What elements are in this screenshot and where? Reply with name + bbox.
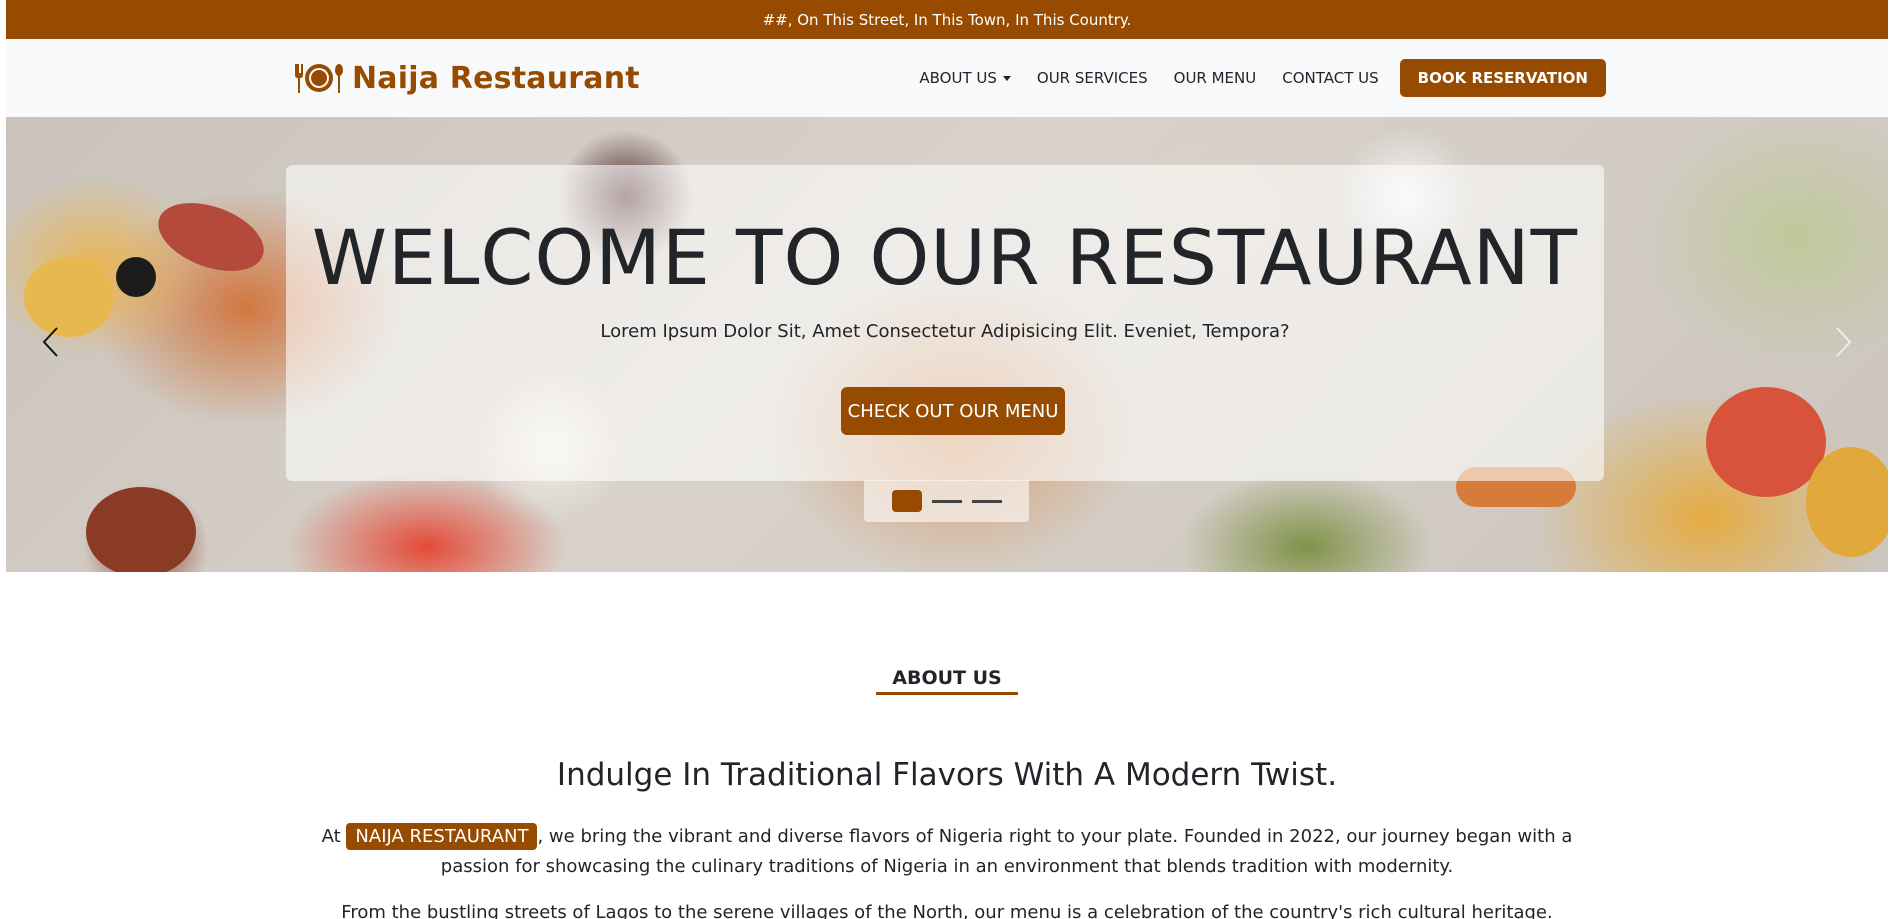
nav-our-services[interactable]: OUR SERVICES bbox=[1037, 69, 1148, 87]
top-address-bar: ##, On This Street, In This Town, In Thi… bbox=[6, 0, 1888, 39]
hero-carousel: WELCOME TO OUR RESTAURANT Lorem Ipsum Do… bbox=[6, 117, 1888, 572]
about-label-text: ABOUT US bbox=[876, 667, 1018, 695]
nav-links: ABOUT US OUR SERVICES OUR MENU CONTACT U… bbox=[906, 59, 1606, 97]
nav-contact-us-label: CONTACT US bbox=[1282, 69, 1379, 87]
food-decoration bbox=[86, 487, 196, 572]
food-decoration bbox=[1706, 387, 1826, 497]
caret-down-icon bbox=[1002, 75, 1011, 81]
brand-link[interactable]: Naija Restaurant bbox=[294, 57, 640, 99]
utensils-plate-icon bbox=[294, 61, 344, 95]
navbar: Naija Restaurant ABOUT US OUR SERVICES O… bbox=[6, 39, 1888, 117]
carousel-indicators bbox=[864, 480, 1029, 522]
nav-about-us[interactable]: ABOUT US bbox=[919, 69, 1011, 87]
hero-title: WELCOME TO OUR RESTAURANT bbox=[311, 213, 1579, 302]
chevron-right-icon bbox=[1836, 327, 1852, 357]
carousel-prev-button[interactable] bbox=[36, 322, 66, 362]
about-section-label: ABOUT US bbox=[6, 667, 1888, 695]
carousel-indicator-3[interactable] bbox=[971, 499, 1002, 503]
nav-about-us-label: ABOUT US bbox=[919, 69, 997, 87]
restaurant-name-highlight: NAIJA RESTAURANT bbox=[346, 823, 538, 850]
food-decoration bbox=[149, 189, 273, 285]
carousel-indicator-2[interactable] bbox=[931, 499, 962, 503]
hero-caption: WELCOME TO OUR RESTAURANT Lorem Ipsum Do… bbox=[286, 165, 1604, 481]
carousel-next-button[interactable] bbox=[1828, 322, 1858, 362]
nav-our-menu-label: OUR MENU bbox=[1173, 69, 1257, 87]
hero-subtitle: Lorem Ipsum Dolor Sit, Amet Consectetur … bbox=[600, 321, 1290, 342]
chevron-left-icon bbox=[42, 327, 58, 357]
food-decoration bbox=[1806, 447, 1888, 557]
address-text: ##, On This Street, In This Town, In Thi… bbox=[762, 10, 1132, 29]
nav-contact-us[interactable]: CONTACT US bbox=[1282, 69, 1378, 87]
brand-name: Naija Restaurant bbox=[352, 60, 640, 96]
about-p1-prefix: At bbox=[321, 826, 341, 847]
carousel-indicator-1[interactable] bbox=[891, 490, 922, 512]
about-paragraph-2: From the bustling streets of Lagos to th… bbox=[341, 902, 1553, 919]
food-decoration bbox=[116, 257, 156, 297]
about-paragraph-1: At NAIJA RESTAURANT, we bring the vibran… bbox=[306, 822, 1588, 882]
page: ##, On This Street, In This Town, In Thi… bbox=[6, 0, 1888, 919]
about-heading: Indulge In Traditional Flavors With A Mo… bbox=[556, 757, 1338, 793]
nav-our-menu[interactable]: OUR MENU bbox=[1174, 69, 1257, 87]
nav-our-services-label: OUR SERVICES bbox=[1036, 69, 1148, 87]
about-p1-text: , we bring the vibrant and diverse flavo… bbox=[440, 826, 1573, 877]
book-reservation-button[interactable]: BOOK RESERVATION bbox=[1399, 59, 1606, 97]
check-out-menu-button[interactable]: CHECK OUT OUR MENU bbox=[841, 387, 1065, 435]
